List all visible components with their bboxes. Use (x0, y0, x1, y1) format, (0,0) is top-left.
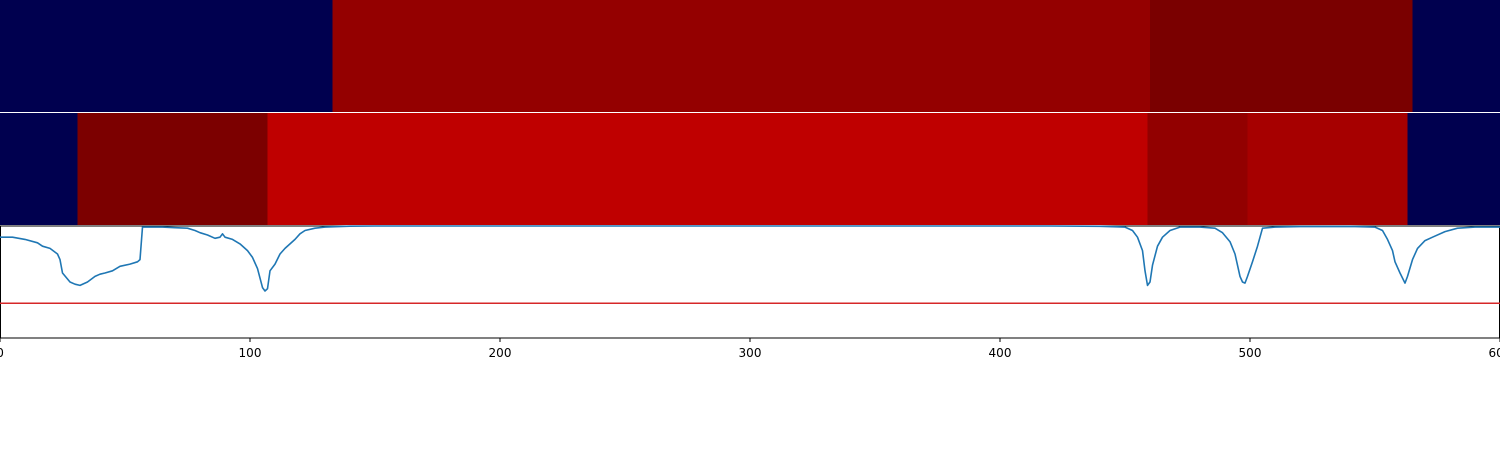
x-tick-label: 300 (739, 346, 762, 360)
heatmap-cell (0, 113, 78, 225)
heatmap-cell (77, 113, 268, 225)
x-tick-label: 600 (1489, 346, 1500, 360)
chart-figure: 0 100 200 300 400 500 600 (0, 0, 1500, 360)
heatmap-cell (1147, 113, 1248, 225)
heatmap-cell (1412, 0, 1500, 112)
heatmap-cell (267, 113, 1148, 225)
heatmap-row-2 (0, 112, 1500, 225)
heatmap-cell (0, 0, 333, 112)
x-tick-label: 100 (239, 346, 262, 360)
heatmap-cell (1150, 0, 1413, 112)
heatmap-cell (1407, 113, 1500, 225)
heatmap-cell (1247, 113, 1408, 225)
x-axis: 0 100 200 300 400 500 600 (0, 338, 1500, 360)
plot-frame (0, 225, 1500, 339)
x-tick-label: 500 (1239, 346, 1262, 360)
x-tick-label: 200 (489, 346, 512, 360)
x-tick-label: 400 (989, 346, 1012, 360)
x-tick-label: 0 (0, 346, 4, 360)
heatmap-row-1 (0, 0, 1500, 112)
line-plot-panel (0, 225, 1500, 339)
heatmap-cell (332, 0, 1150, 112)
